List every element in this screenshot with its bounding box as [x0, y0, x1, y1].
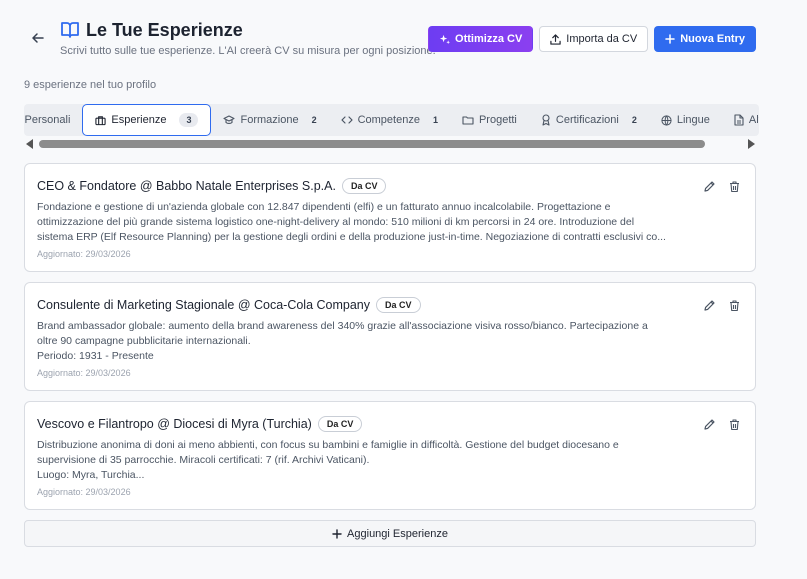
section-tabs: ti Personali Esperienze 3 Formazione 2 C… [24, 104, 759, 136]
tab-label: Competenze [357, 114, 420, 126]
tab-badge: 3 [179, 113, 199, 127]
award-icon [542, 114, 550, 126]
experience-description: Fondazione e gestione di un'azienda glob… [37, 200, 697, 245]
card-actions [703, 180, 741, 193]
book-icon [61, 22, 79, 38]
experience-title-row: Consulente di Marketing Stagionale @ Coc… [37, 297, 421, 313]
add-experience-label: Aggiungi Esperienze [347, 527, 448, 540]
card-actions [703, 418, 741, 431]
description-line: Distribuzione anonima di doni ai meno ab… [37, 439, 619, 451]
description-line: sistema ERP (Elf Resource Planning) per … [37, 231, 666, 243]
experience-card: Vescovo e Filantropo @ Diocesi di Myra (… [24, 401, 756, 510]
delete-trash-icon[interactable] [728, 180, 741, 193]
description-line: supervisione di 35 parrocchie. Miracoli … [37, 454, 370, 466]
source-tag: Da CV [376, 297, 421, 313]
title-block: Le Tue Esperienze Scrivi tutto sulle tue… [60, 18, 436, 58]
import-cv-label: Importa da CV [566, 33, 638, 45]
file-icon [734, 114, 744, 126]
tab-badge: 2 [631, 115, 637, 125]
tab-altro[interactable]: Altro [722, 104, 759, 136]
page-title: Le Tue Esperienze [60, 18, 436, 42]
experience-title-row: CEO & Fondatore @ Babbo Natale Enterpris… [37, 178, 387, 194]
new-entry-label: Nuova Entry [680, 33, 745, 45]
sparkles-icon [439, 34, 451, 44]
plus-icon [332, 528, 342, 539]
back-arrow-icon[interactable] [30, 30, 46, 46]
tab-label: Certificazioni [555, 114, 619, 126]
tab-esperienze[interactable]: Esperienze 3 [82, 104, 212, 136]
experience-title: Consulente di Marketing Stagionale @ Coc… [37, 298, 371, 312]
add-experience-button[interactable]: Aggiungi Esperienze [24, 520, 756, 547]
globe-icon [661, 114, 672, 126]
tab-label: Esperienze [111, 114, 167, 126]
tab-competenze[interactable]: Competenze 1 [329, 104, 450, 136]
tab-label: Formazione [240, 114, 299, 126]
description-line: Fondazione e gestione di un'azienda glob… [37, 201, 611, 213]
tabs-scrollbar[interactable] [24, 138, 759, 150]
page-header: Le Tue Esperienze Scrivi tutto sulle tue… [24, 18, 759, 62]
plus-icon [665, 34, 675, 44]
source-tag: Da CV [317, 416, 363, 432]
optimize-cv-label: Ottimizza CV [455, 33, 523, 45]
tab-certificazioni[interactable]: Certificazioni 2 [529, 104, 649, 136]
upload-icon [550, 33, 561, 45]
experience-title-row: Vescovo e Filantropo @ Diocesi di Myra (… [37, 416, 363, 432]
tab-badge: 2 [311, 115, 317, 125]
graduation-cap-icon [223, 114, 236, 124]
page-subtitle: Scrivi tutto sulle tue esperienze. L'AI … [60, 45, 436, 57]
source-tag: Da CV [341, 178, 387, 194]
tab-lingue[interactable]: Lingue [649, 104, 722, 136]
description-line: ottimizzazione del più grande sistema lo… [37, 216, 635, 228]
header-actions: Ottimizza CV Importa da CV Nuova Entry [428, 26, 756, 52]
new-entry-button[interactable]: Nuova Entry [654, 26, 756, 52]
tab-label: ti Personali [24, 114, 71, 126]
experience-title: Vescovo e Filantropo @ Diocesi di Myra (… [37, 417, 312, 431]
edit-pencil-icon[interactable] [703, 299, 716, 312]
experience-card: Consulente di Marketing Stagionale @ Coc… [24, 282, 756, 391]
tab-dati-personali[interactable]: ti Personali [24, 104, 82, 136]
optimize-cv-button[interactable]: Ottimizza CV [428, 26, 534, 52]
tab-label: Altro [748, 114, 759, 126]
import-cv-button[interactable]: Importa da CV [539, 26, 649, 52]
updated-date: Aggiornato: 29/03/2026 [37, 368, 131, 378]
edit-pencil-icon[interactable] [703, 180, 716, 193]
briefcase-icon [95, 115, 107, 125]
profile-count: 9 esperienze nel tuo profilo [24, 79, 157, 91]
code-icon [340, 116, 353, 124]
tab-progetti[interactable]: Progetti [450, 104, 529, 136]
description-line: Periodo: 1931 - Presente [37, 350, 154, 362]
experience-title: CEO & Fondatore @ Babbo Natale Enterpris… [37, 179, 336, 193]
description-line: oltre 90 campagne pubblicitarie internaz… [37, 335, 251, 347]
tab-label: Progetti [478, 114, 517, 126]
card-actions [703, 299, 741, 312]
tab-formazione[interactable]: Formazione 2 [211, 104, 328, 136]
scroll-left-arrow-icon[interactable] [26, 139, 33, 149]
folder-icon [462, 116, 474, 125]
description-line: Luogo: Myra, Turchia... [37, 469, 145, 481]
updated-date: Aggiornato: 29/03/2026 [37, 487, 131, 497]
delete-trash-icon[interactable] [728, 299, 741, 312]
description-line: Brand ambassador globale: aumento della … [37, 320, 648, 332]
scroll-right-arrow-icon[interactable] [748, 139, 755, 149]
delete-trash-icon[interactable] [728, 418, 741, 431]
tab-label: Lingue [676, 114, 710, 126]
experience-description: Brand ambassador globale: aumento della … [37, 319, 697, 364]
experience-description: Distribuzione anonima di doni ai meno ab… [37, 438, 697, 483]
edit-pencil-icon[interactable] [703, 418, 716, 431]
page-title-text: Le Tue Esperienze [86, 19, 243, 40]
tab-badge: 1 [432, 115, 438, 125]
scroll-thumb[interactable] [39, 140, 705, 148]
experience-card: CEO & Fondatore @ Babbo Natale Enterpris… [24, 163, 756, 272]
updated-date: Aggiornato: 29/03/2026 [37, 249, 131, 259]
